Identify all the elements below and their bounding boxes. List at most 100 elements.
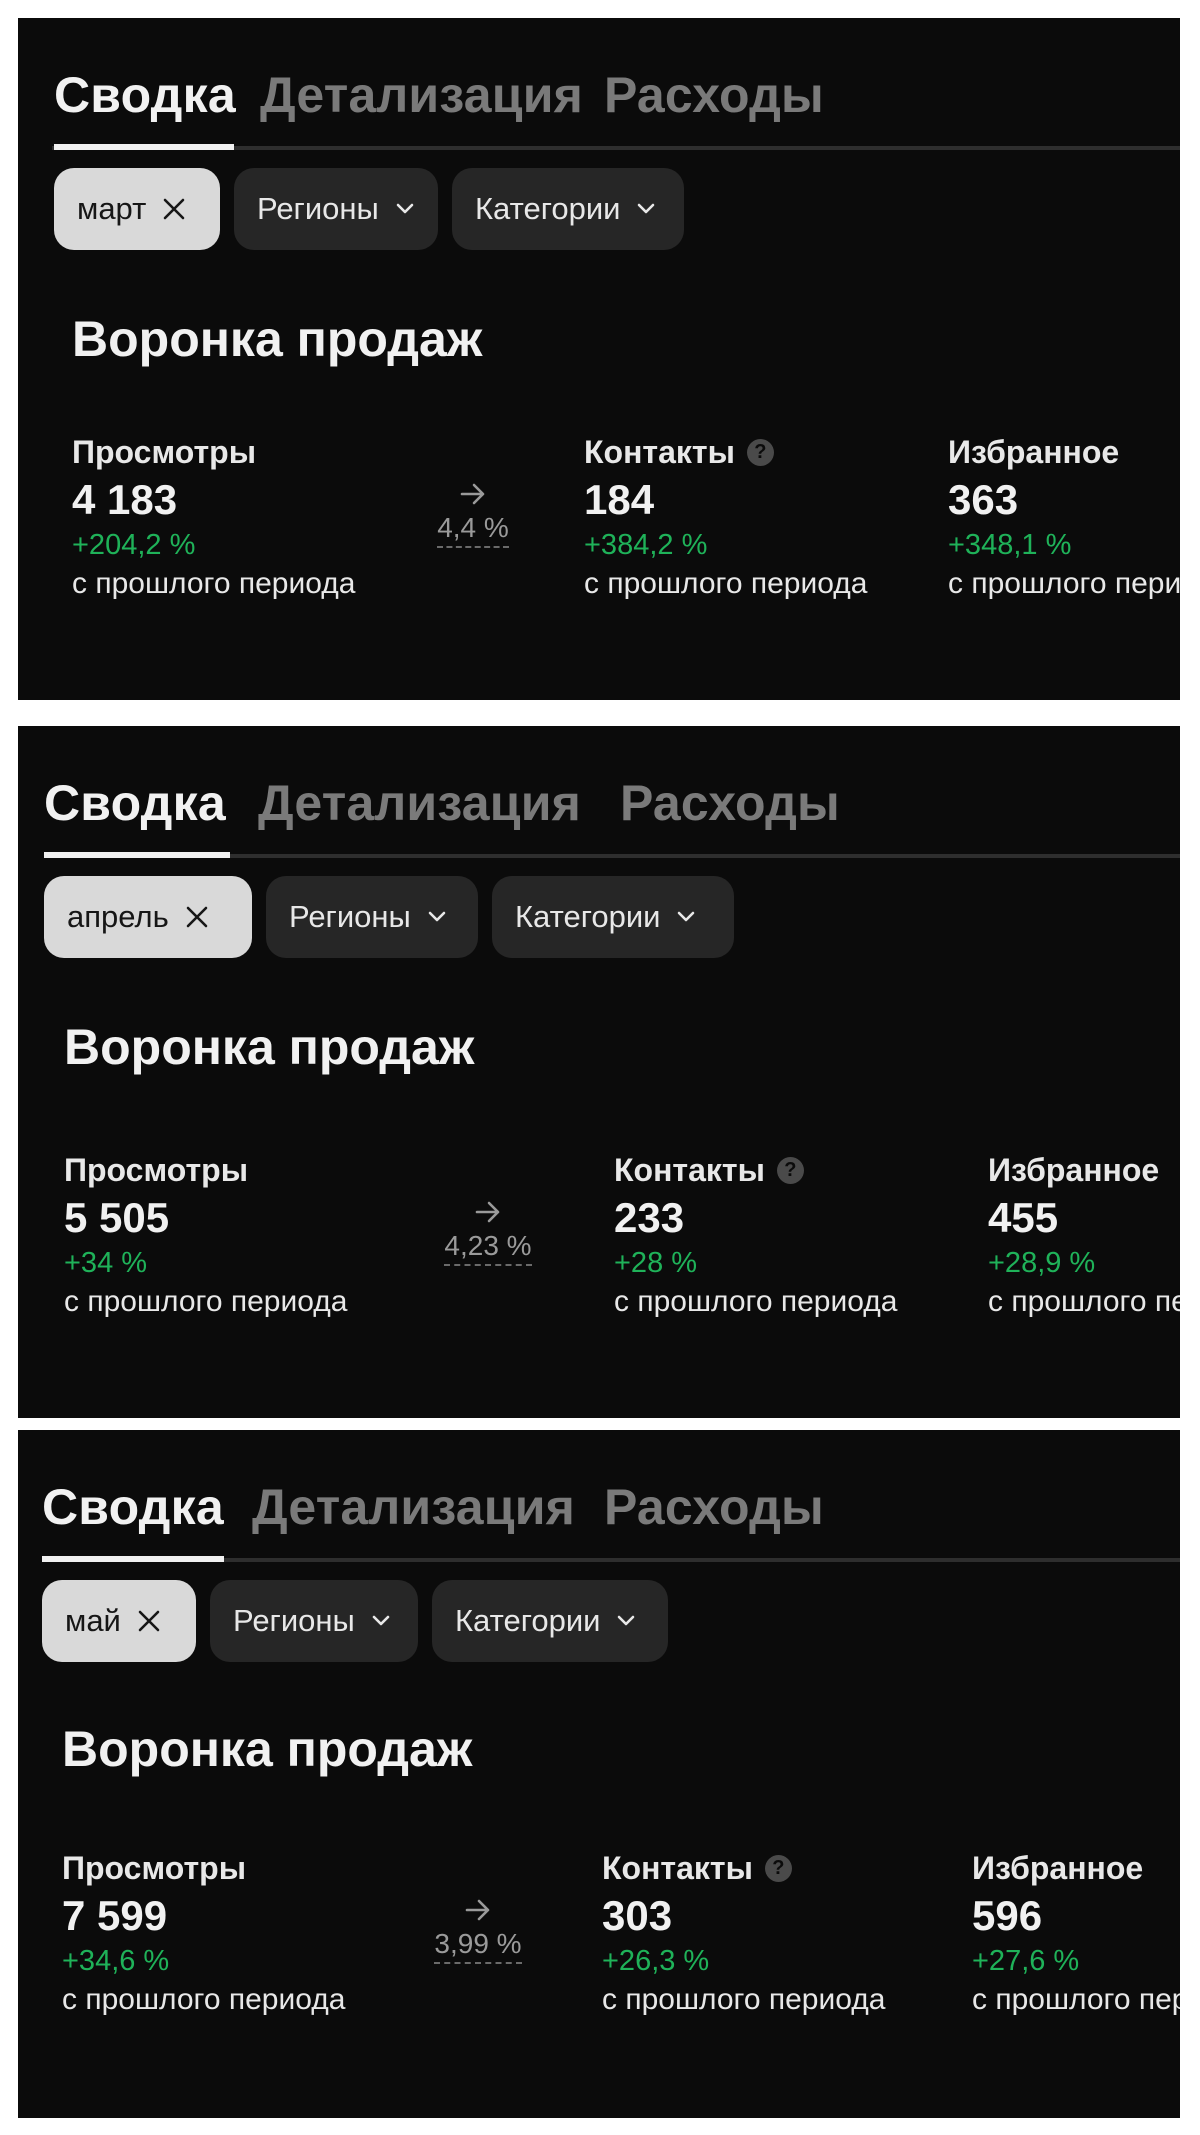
active-tab-underline	[44, 852, 230, 858]
metric-note: с прошлого периода	[972, 1983, 1180, 2016]
active-tab-underline	[42, 1556, 224, 1562]
metric-label: Просмотры	[72, 433, 257, 470]
metric-label: Избранное	[948, 433, 1120, 470]
close-icon[interactable]	[185, 905, 209, 929]
conversion-rate: 3,99 %	[426, 1898, 530, 1964]
metric-note: с прошлого периода	[602, 1983, 886, 2016]
tab-details[interactable]: Детализация	[258, 774, 581, 832]
categories-label: Категории	[475, 191, 621, 226]
regions-dropdown[interactable]: Регионы	[234, 168, 438, 250]
metric-contacts: Контакты ? 233 +28 % с прошлого периода	[614, 1150, 897, 1322]
metric-change: +348,1 %	[948, 529, 1072, 561]
metric-value: 363	[948, 476, 1019, 523]
metric-value: 4 183	[72, 476, 178, 523]
close-icon[interactable]	[137, 1609, 161, 1633]
metric-label: Контакты ?	[584, 432, 867, 472]
categories-label: Категории	[515, 899, 661, 934]
chevron-down-icon	[676, 910, 696, 924]
funnel-panel-may: Сводка Детализация Расходы май Регионы К…	[18, 1430, 1180, 2118]
question-circle-icon[interactable]: ?	[776, 1156, 804, 1184]
metric-label-text: Контакты	[614, 1151, 765, 1188]
arrow-right-icon	[436, 1200, 540, 1224]
categories-label: Категории	[455, 1603, 601, 1638]
filter-bar: май Регионы Категории	[18, 1580, 1180, 1664]
regions-label: Регионы	[233, 1603, 355, 1638]
metric-note: с прошлого периода	[948, 567, 1180, 600]
regions-dropdown[interactable]: Регионы	[266, 876, 478, 958]
period-chip-label: апрель	[67, 899, 169, 934]
metric-label: Контакты ?	[614, 1150, 897, 1190]
metric-favorites: Избранное 363 +348,1 % с прошлого период…	[948, 432, 1180, 604]
metric-value: 303	[602, 1892, 673, 1939]
active-tab-underline	[54, 144, 234, 150]
metric-value: 596	[972, 1892, 1043, 1939]
metric-note: с прошлого периода	[988, 1285, 1180, 1318]
close-icon[interactable]	[162, 197, 186, 221]
tab-bar: Сводка Детализация Расходы	[18, 46, 1180, 150]
tab-details[interactable]: Детализация	[252, 1478, 575, 1536]
question-circle-icon[interactable]: ?	[764, 1854, 792, 1882]
metric-value: 233	[614, 1194, 685, 1241]
metric-change: +28 %	[614, 1247, 698, 1279]
metric-label-text: Контакты	[584, 433, 735, 470]
categories-dropdown[interactable]: Категории	[452, 168, 684, 250]
metric-label: Просмотры	[64, 1151, 249, 1188]
metric-label: Контакты ?	[602, 1848, 885, 1888]
metric-label-text: Контакты	[602, 1849, 753, 1886]
period-filter-chip[interactable]: март	[54, 168, 220, 250]
period-chip-label: март	[77, 191, 147, 226]
metric-views: Просмотры 5 505 +34 % с прошлого периода	[64, 1150, 347, 1322]
chevron-down-icon	[395, 202, 415, 216]
tab-expenses[interactable]: Расходы	[604, 66, 824, 124]
chevron-down-icon	[616, 1614, 636, 1628]
chevron-down-icon	[427, 910, 447, 924]
metric-change: +34 %	[64, 1247, 148, 1279]
funnel-title: Воронка продаж	[62, 1721, 473, 1777]
regions-label: Регионы	[289, 899, 411, 934]
metric-views: Просмотры 7 599 +34,6 % с прошлого перио…	[62, 1848, 345, 2020]
tab-summary[interactable]: Сводка	[54, 66, 236, 124]
metric-change: +204,2 %	[72, 529, 196, 561]
period-filter-chip[interactable]: май	[42, 1580, 196, 1662]
metric-note: с прошлого периода	[64, 1285, 348, 1318]
regions-label: Регионы	[257, 191, 379, 226]
funnel-title: Воронка продаж	[72, 311, 483, 367]
arrow-right-icon	[426, 1898, 530, 1922]
metric-change: +26,3 %	[602, 1945, 710, 1977]
metric-change: +384,2 %	[584, 529, 708, 561]
conversion-rate-value[interactable]: 4,4 %	[437, 512, 509, 548]
metric-value: 5 505	[64, 1194, 170, 1241]
tab-summary[interactable]: Сводка	[42, 1478, 224, 1536]
funnel-panel-april: Сводка Детализация Расходы апрель Регион…	[18, 726, 1180, 1418]
conversion-rate: 4,23 %	[436, 1200, 540, 1266]
metric-views: Просмотры 4 183 +204,2 % с прошлого пери…	[72, 432, 355, 604]
tab-expenses[interactable]: Расходы	[604, 1478, 824, 1536]
regions-dropdown[interactable]: Регионы	[210, 1580, 418, 1662]
metric-note: с прошлого периода	[72, 567, 356, 600]
metric-favorites: Избранное 596 +27,6 % с прошлого периода	[972, 1848, 1180, 2020]
filter-bar: апрель Регионы Категории	[18, 876, 1180, 960]
metric-label: Просмотры	[62, 1849, 247, 1886]
conversion-rate: 4,4 %	[428, 482, 518, 548]
categories-dropdown[interactable]: Категории	[432, 1580, 668, 1662]
chevron-down-icon	[371, 1614, 391, 1628]
conversion-rate-value[interactable]: 3,99 %	[434, 1928, 522, 1964]
metric-note: с прошлого периода	[62, 1983, 346, 2016]
period-chip-label: май	[65, 1603, 121, 1638]
chevron-down-icon	[636, 202, 656, 216]
metric-favorites: Избранное 455 +28,9 % с прошлого периода	[988, 1150, 1180, 1322]
metric-change: +27,6 %	[972, 1945, 1080, 1977]
metric-label: Избранное	[972, 1849, 1144, 1886]
tab-bar: Сводка Детализация Расходы	[18, 1458, 1180, 1562]
tab-expenses[interactable]: Расходы	[620, 774, 840, 832]
question-circle-icon[interactable]: ?	[746, 438, 774, 466]
tab-details[interactable]: Детализация	[260, 66, 583, 124]
period-filter-chip[interactable]: апрель	[44, 876, 252, 958]
conversion-rate-value[interactable]: 4,23 %	[444, 1230, 532, 1266]
metric-value: 184	[584, 476, 655, 523]
metric-change: +34,6 %	[62, 1945, 170, 1977]
categories-dropdown[interactable]: Категории	[492, 876, 734, 958]
tab-summary[interactable]: Сводка	[44, 774, 226, 832]
arrow-right-icon	[428, 482, 518, 506]
metric-note: с прошлого периода	[584, 567, 868, 600]
